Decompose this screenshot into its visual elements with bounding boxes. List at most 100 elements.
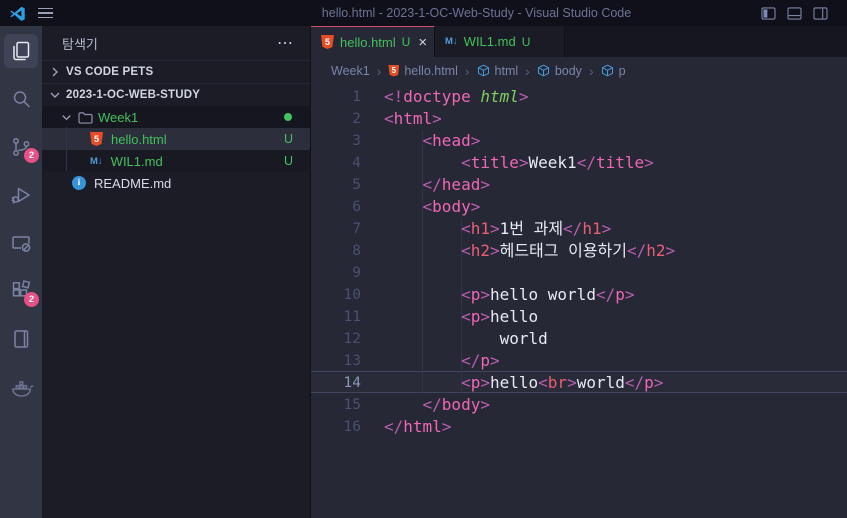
source-control-icon[interactable]: 2 — [0, 126, 42, 168]
line-number[interactable]: 13 — [311, 350, 361, 372]
code-line[interactable]: <title>Week1</title> — [384, 152, 847, 174]
code-line[interactable]: <p>hello world</p> — [384, 284, 847, 306]
line-number[interactable]: 16 — [311, 416, 361, 438]
docker-icon[interactable] — [0, 366, 42, 408]
close-icon[interactable]: × — [418, 34, 427, 51]
breadcrumb-separator-icon: › — [464, 62, 470, 79]
code-line[interactable]: <p>hello — [384, 306, 847, 328]
line-number[interactable]: 2 — [311, 108, 361, 130]
source-control-badge: 2 — [24, 148, 39, 163]
line-number[interactable]: 7 — [311, 218, 361, 240]
line-number[interactable]: 15 — [311, 394, 361, 416]
remote-window-icon[interactable] — [0, 222, 42, 264]
code-token: </ — [627, 241, 647, 260]
tab-git-status: U — [521, 34, 531, 49]
code-line[interactable]: <h1>1번 과제</h1> — [384, 218, 847, 240]
code-token: </ — [576, 153, 596, 172]
code-token: doctype — [403, 87, 471, 106]
code-line[interactable]: <h2>헤드태그 이용하기</h2> — [384, 240, 847, 262]
tree-item-readme-md[interactable]: i README.md — [42, 172, 310, 194]
code-token: body — [432, 197, 471, 216]
code-line[interactable]: </html> — [384, 416, 847, 438]
line-number[interactable]: 9 — [311, 262, 361, 284]
tab-wil1-md[interactable]: M↓ WIL1.md U — [435, 26, 565, 57]
toggle-secondary-sidebar-icon[interactable] — [813, 6, 828, 20]
sidebar-header: 탐색기 ⋯ — [42, 26, 310, 60]
line-number[interactable]: 12 — [311, 328, 361, 350]
html-file-icon: 5 — [388, 64, 400, 77]
code-token: hello — [489, 307, 539, 326]
symbol-cube-icon — [477, 64, 489, 77]
tree-item-week1[interactable]: Week1 — [42, 106, 310, 128]
menu-icon[interactable] — [38, 5, 53, 22]
sidebar-title: 탐색기 — [62, 36, 98, 52]
tree-item-hello-html[interactable]: 5 hello.html U — [42, 128, 310, 150]
symbol-cube-icon — [537, 64, 549, 77]
code-line[interactable]: <p>hello<br>world</p> — [384, 372, 847, 394]
line-number[interactable]: 4 — [311, 152, 361, 174]
breadcrumb-item-week1[interactable]: Week1 — [331, 64, 370, 78]
tab-git-status: U — [401, 35, 411, 49]
code-line[interactable] — [384, 262, 847, 284]
tree-item-wil1-md[interactable]: M↓ WIL1.md U — [42, 150, 310, 172]
breadcrumb-item-body[interactable]: body — [537, 64, 582, 78]
code-token: hello — [489, 373, 539, 392]
section-vs-code-pets[interactable]: VS CODE PETS — [42, 60, 310, 83]
tab-hello-html[interactable]: 5 hello.html U × — [311, 26, 435, 57]
code-line[interactable]: <!doctype html> — [384, 86, 847, 108]
code-token: h1 — [582, 219, 602, 238]
code-line[interactable]: </head> — [384, 174, 847, 196]
breadcrumb-item-p[interactable]: p — [601, 64, 626, 78]
breadcrumb-item-html[interactable]: html — [477, 64, 518, 78]
run-and-debug-icon[interactable] — [0, 174, 42, 216]
line-number[interactable]: 5 — [311, 174, 361, 196]
line-numbers[interactable]: 1 2 3 4 5 6 7 8 9 10 11 12 13 14 15 16 — [311, 86, 361, 438]
line-number[interactable]: 14 — [311, 372, 361, 394]
vscode-logo-icon — [10, 6, 25, 21]
code-token: > — [518, 153, 529, 172]
code-token: head — [441, 175, 481, 194]
more-actions-icon[interactable]: ⋯ — [277, 33, 294, 53]
code-line[interactable]: </body> — [384, 394, 847, 416]
line-number[interactable]: 3 — [311, 130, 361, 152]
code-token: h2 — [470, 241, 490, 260]
code-token: world — [576, 373, 625, 392]
code-token: > — [480, 395, 490, 414]
code-token: < — [538, 373, 548, 392]
line-number[interactable]: 10 — [311, 284, 361, 306]
code-line[interactable]: <html> — [384, 108, 847, 130]
line-number[interactable]: 6 — [311, 196, 361, 218]
toggle-panel-icon[interactable] — [787, 6, 802, 20]
code-line[interactable]: <body> — [384, 196, 847, 218]
extensions-icon[interactable]: 2 — [0, 270, 42, 312]
code-token: body — [441, 395, 481, 414]
section-workspace[interactable]: 2023-1-OC-WEB-STUDY — [42, 83, 310, 106]
code-token: 헤드태그 이용하기 — [499, 241, 628, 260]
code-line[interactable]: <head> — [384, 130, 847, 152]
folder-name: Week1 — [98, 109, 139, 125]
code-token: p — [615, 285, 625, 304]
toggle-primary-sidebar-icon[interactable] — [761, 6, 776, 20]
code-token: title — [595, 153, 645, 172]
code-token: < — [461, 219, 471, 238]
search-icon[interactable] — [0, 78, 42, 120]
code-editor[interactable]: 1 2 3 4 5 6 7 8 9 10 11 12 13 14 15 16 <!doctype html> <… — [311, 84, 847, 518]
code-line[interactable]: </p> — [384, 350, 847, 372]
notebook-icon[interactable] — [0, 318, 42, 360]
code-line[interactable]: world — [384, 328, 847, 350]
code-token: title — [470, 153, 519, 172]
line-number[interactable]: 1 — [311, 86, 361, 108]
code-token: p — [644, 373, 654, 392]
line-number[interactable]: 11 — [311, 306, 361, 328]
breadcrumb-item-file[interactable]: 5 hello.html — [388, 64, 458, 78]
breadcrumb-separator-icon: › — [376, 62, 382, 79]
code-token: html — [480, 87, 519, 106]
line-number[interactable]: 8 — [311, 240, 361, 262]
explorer-icon[interactable] — [0, 30, 42, 72]
code-token: </ — [422, 395, 442, 414]
